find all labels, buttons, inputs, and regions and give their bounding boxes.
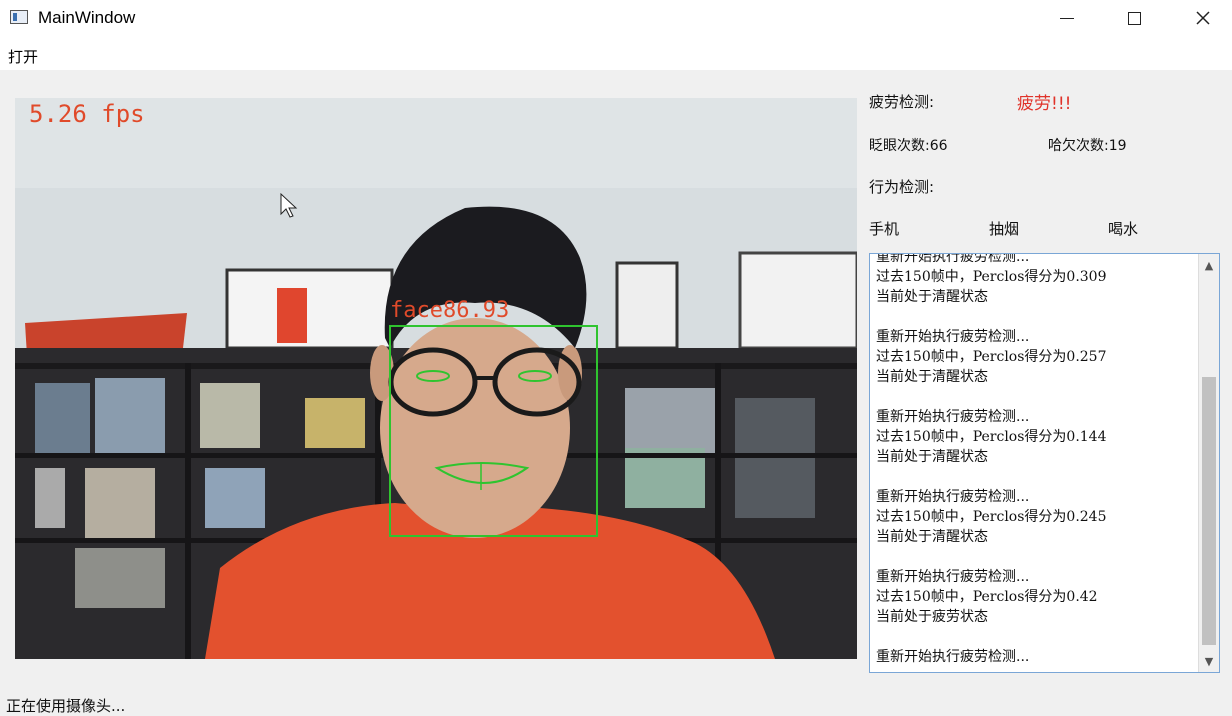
- log-line: 重新开始执行疲劳检测...: [876, 649, 1030, 665]
- log-line: 当前处于清醒状态: [876, 289, 988, 305]
- close-icon: [1196, 11, 1210, 25]
- scroll-down-icon[interactable]: ▼: [1199, 650, 1219, 672]
- camera-frame: [15, 98, 857, 659]
- log-line: 重新开始执行疲劳检测...: [876, 489, 1030, 505]
- behavior-drinking-label: 喝水: [1108, 220, 1139, 238]
- log-scrollbar[interactable]: ▲ ▼: [1198, 254, 1219, 672]
- maximize-icon: [1127, 11, 1141, 25]
- yawn-count-label: 哈欠次数:19: [1048, 138, 1127, 154]
- close-button[interactable]: [1180, 0, 1226, 36]
- behavior-detection-label: 行为检测:: [869, 178, 935, 196]
- log-line: 重新开始执行疲劳检测...: [876, 329, 1030, 345]
- log-line: 当前处于清醒状态: [876, 369, 988, 385]
- camera-view: 5.26 fps face86.93: [15, 98, 857, 659]
- log-line: 重新开始执行疲劳检测...: [876, 409, 1030, 425]
- title-bar: MainWindow: [0, 0, 1232, 36]
- log-line: 重新开始执行疲劳检测...: [876, 569, 1030, 585]
- log-content: 重新开始执行疲劳检测... 过去150帧中，Perclos得分为0.309 当前处于…: [876, 253, 1196, 667]
- log-line: 过去150帧中，Perclos得分为0.257: [876, 349, 1107, 365]
- minimize-button[interactable]: [1044, 0, 1090, 36]
- app-window-icon: [10, 10, 28, 24]
- behavior-smoking-label: 抽烟: [989, 220, 1020, 238]
- maximize-button[interactable]: [1111, 0, 1157, 36]
- log-line: 当前处于清醒状态: [876, 449, 988, 465]
- log-text-area[interactable]: 重新开始执行疲劳检测... 过去150帧中，Perclos得分为0.309 当前处于…: [869, 253, 1220, 673]
- fps-readout: 5.26 fps: [29, 100, 145, 128]
- menu-item-open[interactable]: 打开: [8, 46, 38, 67]
- log-line: 重新开始执行疲劳检测...: [876, 253, 1030, 265]
- log-line: 当前处于清醒状态: [876, 529, 988, 545]
- log-line: 过去150帧中，Perclos得分为0.42: [876, 589, 1098, 605]
- behavior-phone-label: 手机: [869, 220, 900, 238]
- status-message: 正在使用摄像头...: [6, 697, 126, 715]
- window-title: MainWindow: [38, 8, 136, 27]
- log-line: 当前处于疲劳状态: [876, 609, 988, 625]
- blink-count-label: 眨眼次数:66: [869, 138, 948, 154]
- minimize-icon: [1060, 17, 1074, 19]
- log-line: 过去150帧中，Perclos得分为0.144: [876, 429, 1107, 445]
- fatigue-detection-label: 疲劳检测:: [869, 93, 935, 111]
- log-line: 过去150帧中，Perclos得分为0.245: [876, 509, 1107, 525]
- menu-bar: 打开: [0, 36, 1232, 70]
- face-confidence-label: face86.93: [390, 298, 510, 323]
- scroll-up-icon[interactable]: ▲: [1199, 254, 1219, 276]
- status-bar: 正在使用摄像头...: [0, 690, 1232, 715]
- scrollbar-thumb[interactable]: [1202, 377, 1216, 645]
- fatigue-status-value: 疲劳!!!: [1017, 94, 1072, 114]
- log-line: 过去150帧中，Perclos得分为0.309: [876, 269, 1107, 285]
